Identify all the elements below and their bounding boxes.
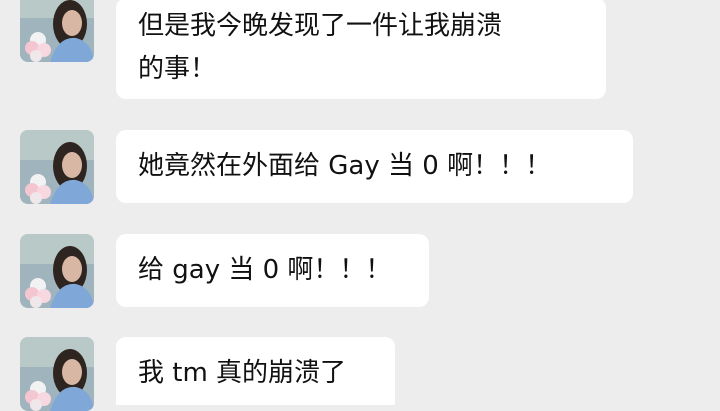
avatar-photo-icon (20, 130, 94, 204)
message-bubble[interactable]: 但是我今晚发现了一件让我崩溃 的事！ (116, 0, 606, 99)
contact-avatar[interactable] (20, 130, 94, 204)
message-text-line: 但是我今晚发现了一件让我崩溃 (138, 11, 503, 41)
contact-avatar[interactable] (20, 337, 94, 411)
message-bubble[interactable]: 我 tm 真的崩溃了 (116, 337, 395, 405)
contact-avatar[interactable] (20, 0, 94, 62)
avatar-photo-icon (20, 234, 94, 308)
message-bubble[interactable]: 她竟然在外面给 Gay 当 0 啊！！！ (116, 130, 633, 203)
message-bubble[interactable]: 给 gay 当 0 啊！！！ (116, 234, 429, 307)
message-text-line: 我 tm 真的崩溃了 (138, 358, 347, 388)
message-text-line: 的事！ (138, 54, 217, 84)
message-text-line: 给 gay 当 0 啊！！！ (138, 255, 392, 285)
message-text-line: 她竟然在外面给 Gay 当 0 啊！！！ (138, 151, 552, 181)
contact-avatar[interactable] (20, 234, 94, 308)
chat-window: 但是我今晚发现了一件让我崩溃 的事！ 她竟然在外面给 Gay 当 0 啊！！！ (0, 0, 720, 411)
avatar-photo-icon (20, 337, 94, 411)
avatar-photo-icon (20, 0, 94, 62)
